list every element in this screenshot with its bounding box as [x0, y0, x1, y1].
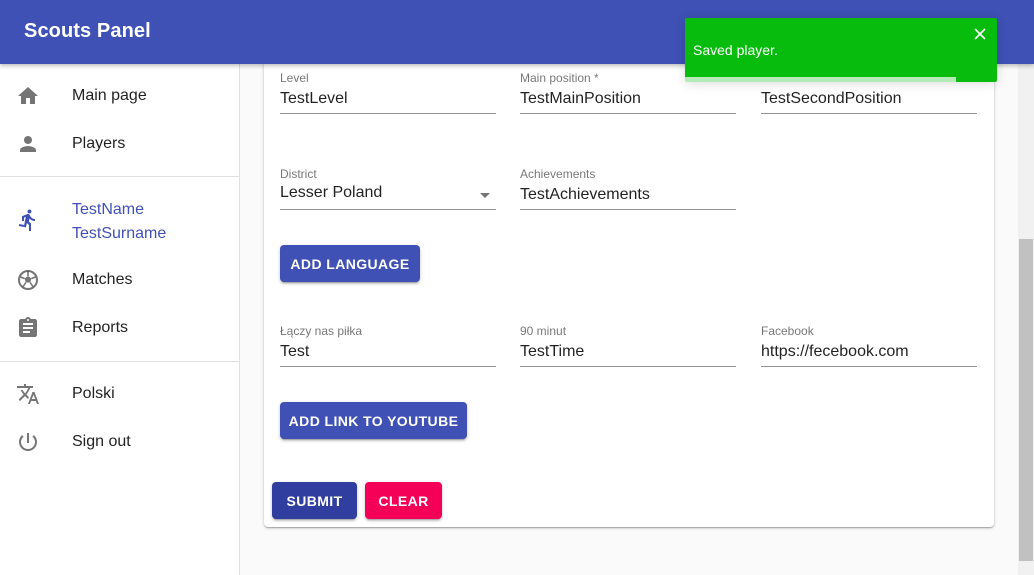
- app-title: Scouts Panel: [24, 20, 151, 42]
- sidebar-item-label: Main page: [72, 87, 147, 104]
- person-icon: [20, 136, 36, 152]
- level-field[interactable]: Level: [280, 71, 496, 123]
- 90-minut-field[interactable]: 90 minut: [520, 324, 736, 376]
- sidebar-item-label: Matches: [72, 271, 133, 288]
- facebook-label: Facebook: [761, 324, 814, 338]
- district-label: District: [280, 167, 317, 181]
- scrollbar[interactable]: [1018, 64, 1034, 575]
- level-input[interactable]: [280, 88, 496, 110]
- add-language-button[interactable]: Add language: [280, 245, 420, 282]
- underline: [280, 113, 496, 114]
- achievements-field[interactable]: Achievements: [520, 167, 736, 219]
- underline: [520, 366, 736, 367]
- district-select[interactable]: District Lesser Poland: [280, 167, 496, 219]
- clear-button[interactable]: Clear: [365, 482, 442, 519]
- laczy-nas-pilka-input[interactable]: [280, 341, 496, 363]
- underline: [761, 366, 977, 367]
- toast-notification: Saved player.: [685, 18, 997, 82]
- underline: [761, 113, 977, 114]
- 90-minut-input[interactable]: [520, 341, 736, 363]
- underline: [520, 113, 736, 114]
- main-position-label: Main position *: [520, 71, 599, 85]
- laczy-nas-pilka-field[interactable]: Łączy nas piłka: [280, 324, 496, 376]
- sidebar-item-label: Sign out: [72, 433, 131, 450]
- main-content: Level Main position * District Lesser Po…: [240, 54, 1018, 575]
- second-position-input[interactable]: [761, 88, 977, 110]
- underline: [280, 366, 496, 367]
- level-label: Level: [280, 71, 309, 85]
- sidebar-item-label: Reports: [72, 319, 129, 336]
- toast-message: Saved player.: [693, 42, 778, 58]
- dropdown-arrow-icon[interactable]: [480, 193, 490, 198]
- sidebar-item-matches[interactable]: Matches: [0, 256, 239, 304]
- player-last-name: TestSurname: [72, 225, 167, 242]
- running-icon: [18, 209, 35, 231]
- sidebar: Main page Players TestName TestSurname M…: [0, 64, 240, 575]
- district-value[interactable]: Lesser Poland: [280, 184, 496, 206]
- sidebar-item-label: Players: [72, 135, 126, 152]
- power-icon: [19, 433, 37, 451]
- scrollbar-thumb[interactable]: [1019, 239, 1033, 561]
- sidebar-divider: [0, 361, 239, 362]
- sidebar-item-players[interactable]: Players: [0, 120, 239, 168]
- sidebar-item-language[interactable]: Polski: [0, 370, 239, 418]
- achievements-label: Achievements: [520, 167, 596, 181]
- sidebar-item-main-page[interactable]: Main page: [0, 72, 239, 120]
- 90-minut-label: 90 minut: [520, 324, 567, 338]
- sidebar-item-label: Polski: [72, 385, 115, 402]
- add-youtube-link-button[interactable]: Add link to youtube: [280, 402, 467, 439]
- main-position-input[interactable]: [520, 88, 736, 110]
- underline: [280, 209, 496, 210]
- home-icon: [18, 87, 38, 104]
- sidebar-item-sign-out[interactable]: Sign out: [0, 418, 239, 466]
- close-icon[interactable]: [973, 26, 987, 42]
- sidebar-divider: [0, 176, 239, 177]
- sidebar-item-player-profile[interactable]: TestName TestSurname: [0, 192, 239, 248]
- laczy-nas-pilka-label: Łączy nas piłka: [280, 324, 363, 338]
- toast-progress-bar: [685, 77, 957, 82]
- translate-icon: [17, 384, 39, 404]
- underline: [520, 209, 736, 210]
- player-form-card: Level Main position * District Lesser Po…: [264, 54, 994, 527]
- player-first-name: TestName: [72, 201, 145, 218]
- achievements-input[interactable]: [520, 184, 736, 206]
- facebook-input[interactable]: [761, 341, 977, 363]
- clipboard-icon: [19, 317, 37, 337]
- sidebar-item-reports[interactable]: Reports: [0, 304, 239, 352]
- facebook-field[interactable]: Facebook: [761, 324, 977, 376]
- submit-button[interactable]: Submit: [272, 482, 357, 519]
- soccer-ball-icon: [18, 270, 38, 290]
